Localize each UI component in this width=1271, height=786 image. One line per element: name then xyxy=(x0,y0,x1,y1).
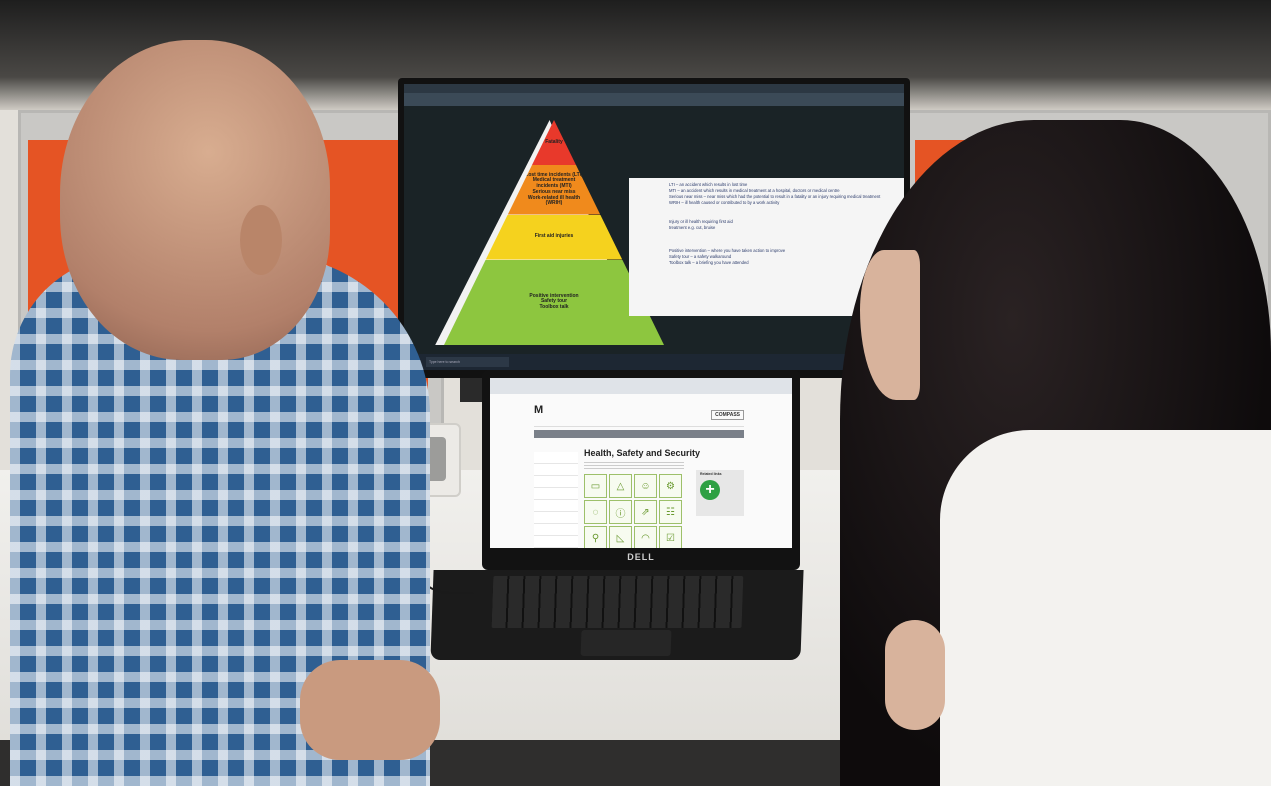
topic-tile-icon[interactable]: △ xyxy=(609,474,632,498)
topic-tile-icon[interactable]: ☷ xyxy=(659,500,682,524)
site-header: M COMPASS xyxy=(534,404,744,427)
man-head xyxy=(60,40,330,360)
related-links-box: Related links + xyxy=(696,470,744,516)
pyramid-description-line: MTI – an accident which results in medic… xyxy=(669,188,840,193)
pyramid-description-line: Toolbox talk – a briefing you have atten… xyxy=(669,260,749,265)
trackpad[interactable] xyxy=(580,630,672,656)
windows-taskbar: Type here to search xyxy=(404,354,904,370)
topic-tile-icon[interactable]: ⇗ xyxy=(634,500,657,524)
browser-toolbar[interactable] xyxy=(404,84,904,106)
taskbar-search-box[interactable]: Type here to search xyxy=(426,357,509,367)
pyramid-description-line: WRIH – ill health caused or contributed … xyxy=(669,200,780,205)
sidebar-menu[interactable] xyxy=(534,452,578,548)
site-nav-bar[interactable] xyxy=(534,430,744,438)
keyboard[interactable] xyxy=(491,576,744,628)
man-ear xyxy=(240,205,282,275)
pyramid-level-1: Fatality xyxy=(532,120,576,165)
pyramid-description-line: Positive intervention – where you have t… xyxy=(669,248,786,253)
laptop: M COMPASS Health, Safety and Security ▭ △… xyxy=(482,370,800,570)
man-hands xyxy=(300,660,440,760)
topic-tile-icon[interactable]: ▭ xyxy=(584,474,607,498)
woman-hand xyxy=(885,620,945,730)
pyramid-description-line: Safety tour – a safety walkaround xyxy=(669,254,732,259)
browser-tab-strip[interactable] xyxy=(404,84,904,93)
intro-text xyxy=(584,462,684,470)
pyramid-description-line: Injury or ill health requiring first aid xyxy=(669,219,733,224)
monitor-screen: Fatality Lost time incidents (LTI) Medica… xyxy=(404,84,904,370)
pyramid-description-line: LTI – an accident which results in lost … xyxy=(669,182,748,187)
first-aid-plus-icon[interactable]: + xyxy=(700,480,720,500)
site-logo[interactable]: M xyxy=(534,404,543,416)
topic-tile-grid: ▭ △ ☺ ⚙ ◌ ⓘ ⇗ ☷ ⚲ ◺ ◠ ☑ xyxy=(584,474,682,548)
pyramid-level-label: Positive intervention Safety tour Toolbo… xyxy=(529,292,579,311)
related-links-title: Related links xyxy=(700,472,722,476)
topic-tile-icon[interactable]: ⓘ xyxy=(609,500,632,524)
pyramid-level-label: First aid injuries xyxy=(534,233,574,240)
photo-scene: Fatality Lost time incidents (LTI) Medica… xyxy=(0,0,1271,786)
pyramid-description-line: Serious near miss – near miss which had … xyxy=(669,194,881,199)
pyramid-level-label: Lost time incidents (LTI) Medical treatm… xyxy=(525,171,583,207)
external-monitor: Fatality Lost time incidents (LTI) Medica… xyxy=(398,78,910,378)
topic-tile-icon[interactable]: ◌ xyxy=(584,500,607,524)
laptop-keyboard-base xyxy=(430,570,804,660)
page-title: Health, Safety and Security xyxy=(584,448,701,458)
pyramid-description-line: treatment e.g. cut, bruise xyxy=(669,225,716,230)
topic-tile-icon[interactable]: ☺ xyxy=(634,474,657,498)
topic-tile-icon[interactable]: ☑ xyxy=(659,526,682,548)
laptop-browser-toolbar[interactable] xyxy=(490,378,792,394)
topic-tile-icon[interactable]: ⚲ xyxy=(584,526,607,548)
laptop-screen: M COMPASS Health, Safety and Security ▭ △… xyxy=(490,378,792,548)
laptop-brand-logo: DELL xyxy=(627,552,655,562)
woman-white-top xyxy=(940,430,1271,786)
topic-tile-icon[interactable]: ◺ xyxy=(609,526,632,548)
topic-tile-icon[interactable]: ◠ xyxy=(634,526,657,548)
pyramid-level-label: Fatality xyxy=(545,138,563,145)
compass-link[interactable]: COMPASS xyxy=(711,410,744,420)
topic-tile-icon[interactable]: ⚙ xyxy=(659,474,682,498)
